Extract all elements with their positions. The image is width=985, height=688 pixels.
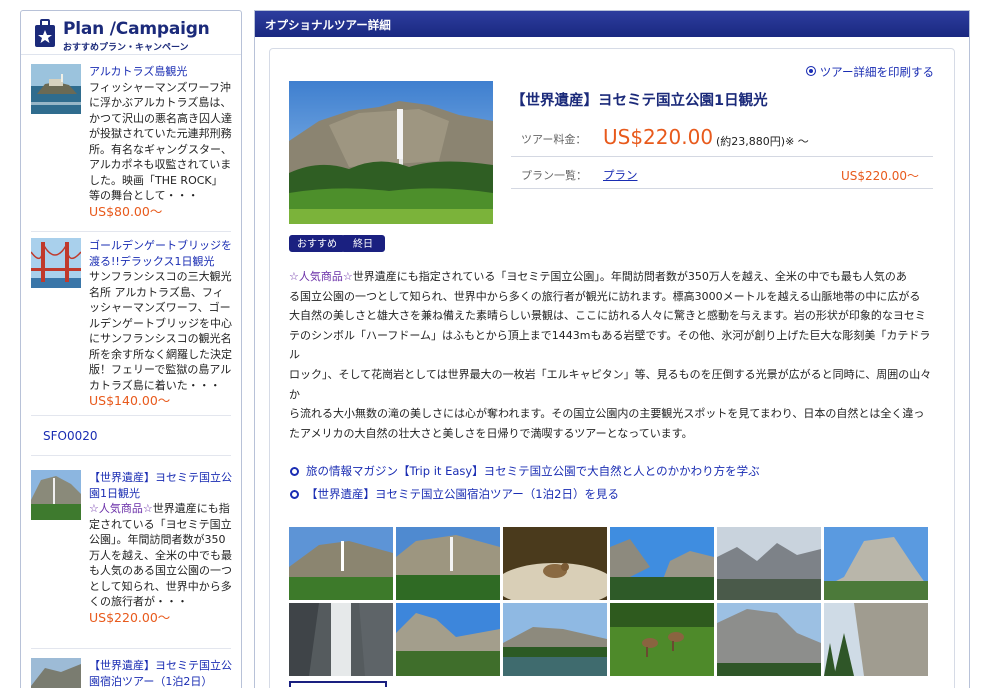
gallery-thumbnail[interactable] [396,527,500,600]
yosemite-thumbnail[interactable] [31,470,81,520]
bullet-icon [290,467,299,476]
print-link[interactable]: ツアー詳細を印刷する [806,64,934,80]
suitcase-star-icon [35,19,55,47]
gallery-thumbnail[interactable] [289,603,393,676]
price-label: ツアー料金： [521,133,587,146]
list-item-desc: サンフランシスコの三大観光名所 アルカトラズ島、フィッシャーマンズワーフ、ゴール… [89,270,232,392]
plan-code: SFO0020 [43,429,98,443]
gallery-thumbnail[interactable] [503,527,607,600]
desc-line: 大自然の美しさと雄大さを兼ね備えた素晴らしい景観は、ここに訪れる人々に驚きと感動… [289,309,926,323]
golden-gate-thumbnail[interactable] [31,238,81,288]
desc-line: たアメリカの大自然の壮大さと美しさを日帰りで満喫するツアーとなっています。 [289,426,693,440]
alcatraz-thumbnail[interactable] [31,64,81,114]
list-item-text: ゴールデンゲートブリッジを渡る!!デラックス1日観光 サンフランシスコの三大観光… [89,238,233,409]
price-row: ツアー料金： US$220.00 (約23,880円)※ 〜 [511,119,933,157]
magazine-link-label: 旅の情報マガジン【Trip it Easy】ヨセミテ国立公園で大自然と人とのかか… [306,464,760,478]
list-item: アルカトラズ島観光 フィッシャーマンズワーフ沖に浮かぶアルカトラズ島は、かつて沢… [31,64,233,224]
sidebar-header: Plan /Campaign おすすめプラン・キャンペーン [21,11,241,55]
gallery-thumbnail[interactable] [289,527,393,600]
tour-price: US$220.00 [603,125,714,149]
desc-highlight: ☆人気商品☆ [289,270,353,283]
tour-detail-panel: ツアー詳細を印刷する おすすめ 終日 【世界遺産】ヨセミテ国立公園1日観光 ツア… [269,48,955,688]
plan-price: US$220.00〜 [840,169,919,183]
main-header: オプショナルツアー詳細 [255,11,969,37]
sidebar-subtitle: おすすめプラン・キャンペーン [63,43,189,53]
gallery-thumbnail[interactable] [610,603,714,676]
plan-label: プラン一覧： [521,169,587,182]
list-item-desc: フィッシャーマンズワーフ沖に浮かぶアルカトラズ島は、かつて沢山の悪名高き囚人達が… [89,80,232,203]
plan-link-yosemite-stay[interactable]: 【世界遺産】ヨセミテ国立公園宿泊ツアー（1泊2日） [89,658,233,688]
badge-recommended: おすすめ [289,235,345,252]
magazine-link[interactable]: 旅の情報マガジン【Trip it Easy】ヨセミテ国立公園で大自然と人とのかか… [290,463,760,479]
yosemite-stay-thumbnail[interactable] [31,658,81,688]
bullet-icon [290,490,299,499]
tour-description: ☆人気商品☆世界遺産にも指定されている「ヨセミテ国立公園」。年間訪問者数が350… [289,267,939,443]
main-content: オプショナルツアー詳細 ツアー詳細を印刷する おすすめ 終日 【世界遺産】ヨセミ… [254,10,970,688]
tour-main-image[interactable] [289,81,493,224]
plan-link-yosemite[interactable]: 【世界遺産】ヨセミテ国立公園1日観光 [89,470,233,501]
list-item-highlight: ☆人気商品☆ [89,502,153,515]
stay-tour-link[interactable]: 【世界遺産】ヨセミテ国立公園宿泊ツアー（1泊2日）を見る [290,486,619,502]
tour-title: 【世界遺産】ヨセミテ国立公園1日観光 [511,93,768,109]
divider [31,415,231,416]
list-item-text: アルカトラズ島観光 フィッシャーマンズワーフ沖に浮かぶアルカトラズ島は、かつて沢… [89,64,233,219]
main-header-title: オプショナルツアー詳細 [265,18,391,32]
plan-link-alcatraz[interactable]: アルカトラズ島観光 [89,64,233,80]
divider [31,455,231,456]
badge-full-day: 終日 [341,235,385,252]
divider [31,648,231,649]
list-item-text: 【世界遺産】ヨセミテ国立公園宿泊ツアー（1泊2日） [89,658,233,688]
plan-link[interactable]: プラン [603,167,638,183]
list-item: 【世界遺産】ヨセミテ国立公園宿泊ツアー（1泊2日） [31,658,233,688]
divider [31,231,231,232]
list-item-price: US$140.00〜 [89,393,171,408]
sidebar: Plan /Campaign おすすめプラン・キャンペーン アルカトラズ島観光 … [20,10,242,688]
desc-line: ☆人気商品☆世界遺産にも指定されている「ヨセミテ国立公園」。年間訪問者数が350… [289,267,939,287]
desc-line-text: 世界遺産にも指定されている「ヨセミテ国立公園」。年間訪問者数が350万人を越え、… [352,270,907,283]
desc-line: テのシンボル「ハーフドーム」はふもとから頂上まで1443mもある岩壁です。その他… [289,328,931,362]
gallery-thumbnail[interactable] [610,527,714,600]
list-item-price: US$220.00〜 [89,609,171,625]
gallery-thumbnail[interactable] [717,527,821,600]
list-item-text: 【世界遺産】ヨセミテ国立公園1日観光 ☆人気商品☆世界遺産にも指定されている「ヨ… [89,470,233,625]
gallery-thumbnail[interactable] [824,603,928,676]
gallery-thumbnail[interactable] [503,603,607,676]
gallery-thumbnail[interactable] [396,603,500,676]
gallery-thumbnail[interactable] [824,527,928,600]
plan-link-golden-gate[interactable]: ゴールデンゲートブリッジを渡る!!デラックス1日観光 [89,238,233,269]
gallery-thumbnail[interactable] [717,603,821,676]
list-item: ゴールデンゲートブリッジを渡る!!デラックス1日観光 サンフランシスコの三大観光… [31,238,233,418]
page: Plan /Campaign おすすめプラン・キャンペーン アルカトラズ島観光 … [0,0,985,688]
plan-row: プラン一覧： プラン US$220.00〜 [511,157,933,189]
list-item-price: US$80.00〜 [89,203,163,219]
desc-line: ロック」、そして花崗岩としては世界最大の一枚岩「エルキャピタン」等、見るものを圧… [289,367,932,401]
stay-tour-link-label: 【世界遺産】ヨセミテ国立公園宿泊ツアー（1泊2日）を見る [306,487,619,501]
sidebar-title: Plan /Campaign [63,19,210,39]
desc-line: ら流れる大小無数の滝の美しさには心が奪われます。その国立公園内の主要観光スポット… [289,407,925,421]
list-item-desc: 世界遺産にも指定されている「ヨセミテ国立公園」。年間訪問者数が350万人を越え、… [89,502,232,608]
desc-line: る国立公園の一つとして知られ、世界中から多くの旅行者が観光に訪れます。標高300… [289,289,921,303]
price-note: (約23,880円)※ 〜 [716,135,809,148]
gallery-selector [289,681,387,687]
list-item: 【世界遺産】ヨセミテ国立公園1日観光 ☆人気商品☆世界遺産にも指定されている「ヨ… [31,470,233,650]
